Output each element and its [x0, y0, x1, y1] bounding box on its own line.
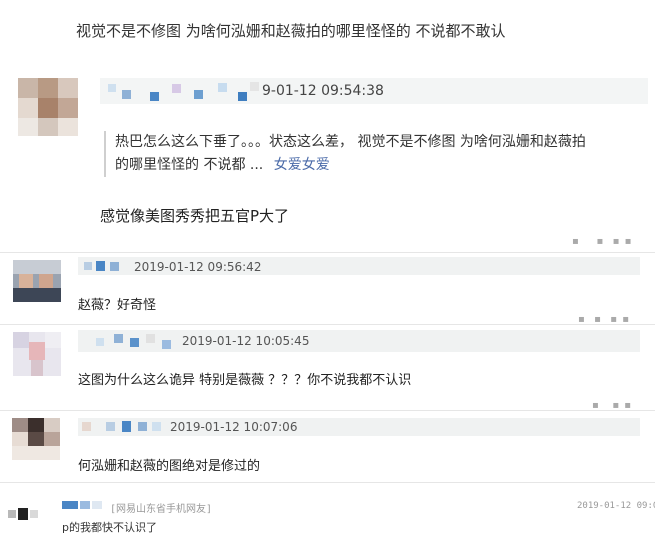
quoted-username[interactable]: 女爱女爱 [274, 157, 330, 173]
user-location: [网易山东省手机网友] [110, 504, 213, 515]
comment-text: 赵薇？好奇怪 [78, 298, 157, 313]
post-title: 视觉不是不修图 为啥何泓姗和赵薇拍的哪里怪怪的 不说都不敢认 [76, 22, 506, 40]
divider [0, 410, 655, 411]
avatar[interactable] [18, 78, 78, 136]
comment-text: p的我都快不认识了 [62, 521, 157, 534]
username-mosaic[interactable] [100, 80, 260, 102]
more-actions[interactable]: ▪ ▪ ▪ ▪ [572, 236, 632, 247]
comment-time: 2019-01-12 10:07:06 [170, 420, 298, 434]
divider [0, 324, 655, 325]
comment-time: 2019-01-12 09:56:42 [134, 260, 262, 274]
comment-time: 9-01-12 09:54:38 [262, 83, 384, 99]
comment-time: 2019-01-12 10:05:45 [182, 334, 310, 348]
divider [0, 252, 655, 253]
avatar[interactable] [13, 260, 61, 302]
avatar[interactable] [8, 508, 40, 520]
avatar[interactable] [12, 418, 60, 460]
comment-text: 这图为什么这么诡异 特别是薇薇 ？？？你不说我都不认识 [78, 373, 412, 388]
username-mosaic[interactable] [78, 332, 178, 350]
comment-text: 何泓姗和赵薇的图绝对是修过的 [78, 459, 261, 474]
divider [0, 482, 655, 483]
quoted-text: 热巴怎么这么下垂了。。。状态这么差， 视觉不是不修图 为啥何泓姗和赵薇拍的哪里怪… [115, 134, 586, 173]
username-mosaic[interactable] [78, 419, 164, 435]
avatar[interactable] [13, 332, 61, 376]
comment-time: 2019-01-12 09:07:0 [577, 501, 655, 511]
comment-text: 感觉像美图秀秀把五官P大了 [100, 207, 290, 225]
quoted-comment: 热巴怎么这么下垂了。。。状态这么差， 视觉不是不修图 为啥何泓姗和赵薇拍的哪里怪… [104, 131, 595, 177]
username-mosaic[interactable] [62, 499, 110, 511]
username-mosaic[interactable] [78, 259, 128, 273]
